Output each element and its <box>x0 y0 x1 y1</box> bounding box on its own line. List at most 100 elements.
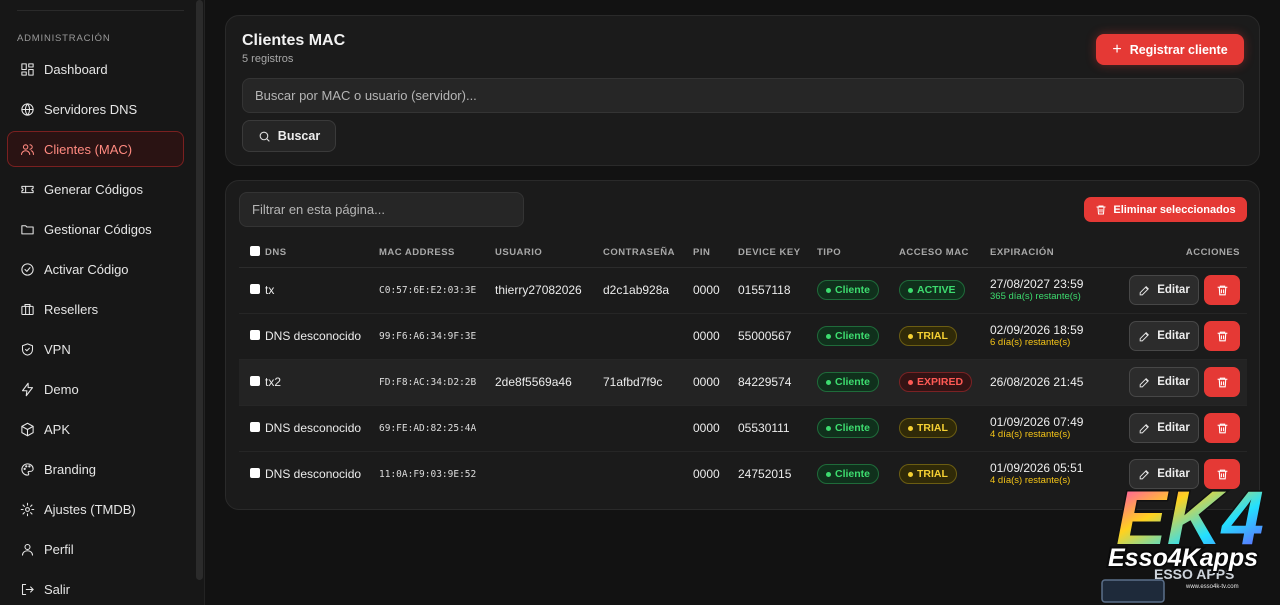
delete-selected-button[interactable]: Eliminar seleccionados <box>1084 197 1247 222</box>
cell-tipo: Cliente <box>817 359 899 406</box>
trash-icon <box>1217 377 1227 387</box>
trash-icon <box>1217 331 1227 341</box>
row-checkbox[interactable] <box>250 330 260 340</box>
register-client-button[interactable]: + Registrar cliente <box>1096 34 1244 65</box>
edit-button-label: Editar <box>1157 422 1190 434</box>
table-header-row: DNS MAC ADDRESS USUARIO CONTRASEÑA PIN D… <box>239 239 1247 268</box>
status-badge: ACTIVE <box>899 280 965 300</box>
delete-row-button[interactable] <box>1204 321 1240 351</box>
delete-row-button[interactable] <box>1204 413 1240 443</box>
sidebar-item-resellers[interactable]: Resellers <box>7 291 184 327</box>
tipo-badge: Cliente <box>817 372 880 392</box>
sidebar-item-label: Gestionar Códigos <box>44 221 152 237</box>
row-select-cell <box>239 267 265 314</box>
sidebar-item-dashboard[interactable]: Dashboard <box>7 51 184 87</box>
sidebar-item-ajustes-tmdb[interactable]: Ajustes (TMDB) <box>7 491 184 527</box>
sidebar-item-label: Perfil <box>44 541 74 557</box>
cell-pin: 0000 <box>693 313 738 360</box>
sidebar-item-clientes-mac[interactable]: Clientes (MAC) <box>7 131 184 167</box>
edit-button[interactable]: Editar <box>1129 413 1199 443</box>
status-badge-label: TRIAL <box>917 422 948 434</box>
select-all-checkbox[interactable] <box>250 246 260 257</box>
status-badge-label: TRIAL <box>917 468 948 481</box>
cell-dns: DNS desconocido <box>265 313 379 360</box>
search-input[interactable] <box>242 78 1244 113</box>
edit-button[interactable]: Editar <box>1129 275 1199 305</box>
cell-acceso: ACTIVE <box>899 267 990 314</box>
cell-pin: 0000 <box>693 267 738 314</box>
edit-button[interactable]: Editar <box>1129 367 1199 397</box>
cell-dns: tx2 <box>265 359 379 406</box>
status-badge-label: TRIAL <box>917 330 948 342</box>
cell-acceso: EXPIRED <box>899 359 990 406</box>
sidebar-item-salir[interactable]: Salir <box>7 571 184 605</box>
search-button[interactable]: Buscar <box>242 120 336 152</box>
cell-acceso: TRIAL <box>899 405 990 452</box>
sidebar-item-vpn[interactable]: VPN <box>7 331 184 367</box>
cell-password <box>603 405 693 452</box>
palette-icon <box>19 461 35 477</box>
logo-wordmark: Esso4Kapps <box>1108 544 1258 572</box>
sidebar-divider <box>17 10 184 11</box>
row-checkbox[interactable] <box>250 422 260 432</box>
pencil-icon <box>1139 285 1150 295</box>
ticket-icon <box>19 181 35 197</box>
sidebar-item-servidores-dns[interactable]: Servidores DNS <box>7 91 184 127</box>
sidebar-item-apk[interactable]: APK <box>7 411 184 447</box>
row-checkbox[interactable] <box>250 376 260 386</box>
tipo-badge-label: Cliente <box>835 376 871 388</box>
sidebar: ADMINISTRACIÓN Dashboard Servidores DNS Cl… <box>0 0 205 605</box>
expiration-date: 01/09/2026 07:49 <box>990 415 1084 429</box>
filter-input[interactable] <box>239 192 524 227</box>
expiration-date: 26/08/2026 21:45 <box>990 375 1084 389</box>
expiration-remaining: 4 día(s) restante(s) <box>990 429 1071 440</box>
status-badge: TRIAL <box>899 326 957 346</box>
logout-icon <box>19 581 35 597</box>
row-checkbox[interactable] <box>250 468 260 479</box>
globe-icon <box>19 101 35 117</box>
sidebar-scrollbar[interactable] <box>196 0 203 580</box>
cell-pin: 0000 <box>693 467 720 482</box>
sidebar-item-perfil[interactable]: Perfil <box>7 531 184 567</box>
sidebar-item-activar-codigo[interactable]: Activar Código <box>7 251 184 287</box>
cell-device-key: 84229574 <box>738 359 817 406</box>
tipo-badge-label: Cliente <box>835 330 871 342</box>
col-usuario: USUARIO <box>495 239 603 268</box>
cell-acciones: Editar <box>1115 405 1247 452</box>
cell-expiracion: 27/08/2027 23:59 365 día(s) restante(s) <box>990 267 1115 314</box>
edit-button[interactable]: Editar <box>1129 321 1199 351</box>
sidebar-item-generar-codigos[interactable]: Generar Códigos <box>7 171 184 207</box>
cell-tipo: Cliente <box>817 267 899 314</box>
tipo-badge: Cliente <box>817 418 880 438</box>
delete-selected-label: Eliminar seleccionados <box>1113 203 1236 216</box>
register-client-label: Registrar cliente <box>1129 42 1228 57</box>
cell-expiracion: 02/09/2026 18:59 6 día(s) restante(s) <box>990 313 1115 360</box>
trash-icon <box>1217 285 1227 295</box>
delete-row-button[interactable] <box>1204 275 1240 305</box>
cell-usuario: thierry27082026 <box>495 267 603 314</box>
cell-acceso: TRIAL <box>899 313 990 360</box>
cell-acciones: Editar <box>1115 313 1247 360</box>
cell-usuario: 2de8f5569a46 <box>495 359 603 406</box>
delete-row-button[interactable] <box>1204 367 1240 397</box>
sidebar-item-label: VPN <box>44 341 71 357</box>
cell-mac: C0:57:6E:E2:03:3E <box>379 267 495 314</box>
cell-mac: 11:0A:F9:03:9E:52 <box>379 468 477 480</box>
cell-password: 71afbd7f9c <box>603 359 693 406</box>
sidebar-item-demo[interactable]: Demo <box>7 371 184 407</box>
cell-tipo: Cliente <box>817 451 899 497</box>
row-select-cell <box>239 451 265 497</box>
sidebar-item-label: Salir <box>44 581 71 597</box>
tipo-badge: Cliente <box>817 464 880 485</box>
row-select-cell <box>239 313 265 360</box>
sidebar-item-branding[interactable]: Branding <box>7 451 184 487</box>
pencil-icon <box>1139 377 1150 387</box>
row-checkbox[interactable] <box>250 284 260 294</box>
cell-usuario <box>495 313 603 360</box>
status-badge-label: ACTIVE <box>917 284 956 296</box>
sidebar-item-gestionar-codigos[interactable]: Gestionar Códigos <box>7 211 184 247</box>
cell-acceso: TRIAL <box>899 451 990 497</box>
col-tipo: TIPO <box>817 239 899 268</box>
cell-mac: 69:FE:AD:82:25:4A <box>379 405 495 452</box>
tipo-badge-label: Cliente <box>835 468 871 481</box>
